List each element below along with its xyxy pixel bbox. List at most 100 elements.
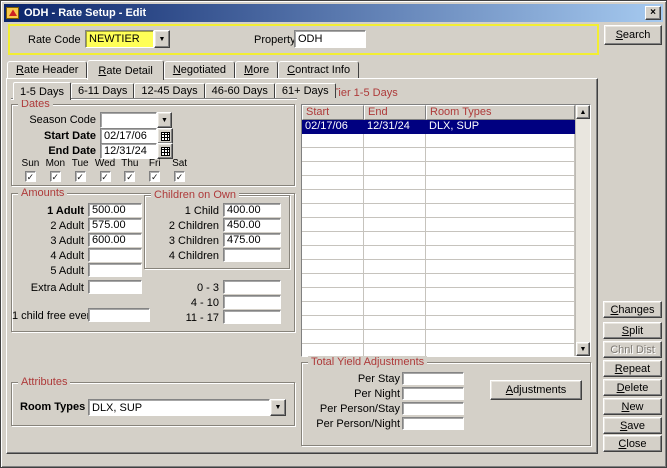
start-date-calendar-button[interactable] (157, 128, 173, 144)
grid-cell-end: 12/31/24 (364, 120, 426, 134)
grid-cell-empty (302, 176, 364, 190)
child-free-input[interactable] (88, 308, 150, 322)
tab-negotiated[interactable]: Negotiated (164, 61, 235, 78)
grid-row-empty[interactable] (302, 134, 575, 148)
scroll-down-button[interactable]: ▼ (576, 342, 590, 356)
grid-cell-empty (426, 302, 575, 316)
close-icon[interactable]: × (645, 6, 661, 20)
room-types-input[interactable] (88, 399, 270, 416)
season-code-dropdown-button[interactable]: ▼ (157, 112, 172, 128)
grid-cell-empty (426, 246, 575, 260)
child-1-input[interactable] (223, 203, 281, 217)
repeat-button[interactable]: Repeat (603, 360, 662, 377)
new-button[interactable]: New (603, 398, 662, 415)
grid-row-empty[interactable] (302, 302, 575, 316)
age-4-10-input[interactable] (223, 295, 281, 309)
weekday-checkbox-sun[interactable]: ✓ (25, 171, 36, 182)
extra-adult-input[interactable] (88, 280, 142, 294)
title-bar[interactable]: ODH - Rate Setup - Edit × (4, 4, 663, 22)
child-3-input[interactable] (223, 233, 281, 247)
tab-rate-detail[interactable]: Rate Detail (87, 60, 163, 80)
property-input[interactable] (294, 30, 366, 48)
grid-row-empty[interactable] (302, 204, 575, 218)
grid-row-empty[interactable] (302, 246, 575, 260)
age-11-17-input[interactable] (223, 310, 281, 324)
adult-1-label: 1 Adult (14, 205, 84, 217)
close-action-button[interactable]: Close (603, 435, 662, 452)
grid-row-empty[interactable] (302, 176, 575, 190)
per-person-night-input[interactable] (402, 417, 464, 430)
grid-cell-empty (302, 316, 364, 330)
per-night-input[interactable] (402, 387, 464, 400)
day-tab-12-45[interactable]: 12-45 Days (134, 83, 204, 98)
day-tab-1-5[interactable]: 1-5 Days (13, 82, 71, 100)
grid-header-end[interactable]: End (364, 105, 426, 120)
grid-scrollbar[interactable]: ▲ ▼ (575, 105, 590, 356)
adult-2-input[interactable] (88, 218, 142, 232)
grid-header-start[interactable]: Start (302, 105, 364, 120)
grid-row-empty[interactable] (302, 218, 575, 232)
grid-row-empty[interactable] (302, 232, 575, 246)
age-0-3-input[interactable] (223, 280, 281, 294)
delete-button[interactable]: Delete (603, 379, 662, 396)
save-button[interactable]: Save (603, 417, 662, 434)
grid-row-empty[interactable] (302, 260, 575, 274)
split-button[interactable]: Split (603, 322, 662, 339)
child-free-label: 1 child free every (12, 310, 86, 322)
weekday-checkbox-thu[interactable]: ✓ (124, 171, 135, 182)
adult-5-input[interactable] (88, 263, 142, 277)
rate-code-dropdown-button[interactable]: ▼ (154, 30, 170, 48)
weekday-checkbox-fri[interactable]: ✓ (149, 171, 160, 182)
attributes-group: Attributes Room Types ▼ (11, 382, 295, 426)
child-4-input[interactable] (223, 248, 281, 262)
search-button[interactable]: Search (604, 25, 662, 45)
day-tabs: 1-5 Days 6-11 Days 12-45 Days 46-60 Days… (13, 82, 336, 100)
weekday-checkbox-wed[interactable]: ✓ (100, 171, 111, 182)
weekday-checkbox-tue[interactable]: ✓ (75, 171, 86, 182)
chnl-dist-button: Chnl Dist (603, 341, 662, 358)
grid-row-empty[interactable] (302, 316, 575, 330)
calendar-icon (161, 132, 170, 141)
weekday-checkbox-sat[interactable]: ✓ (174, 171, 185, 182)
grid-cell-empty (302, 162, 364, 176)
season-code-input[interactable] (100, 112, 157, 128)
weekday-label: Sun (22, 158, 40, 169)
child-2-input[interactable] (223, 218, 281, 232)
per-person-stay-input[interactable] (402, 402, 464, 415)
adult-2-label: 2 Adult (14, 220, 84, 232)
grid-row-empty[interactable] (302, 274, 575, 288)
day-tab-61plus[interactable]: 61+ Days (275, 83, 336, 98)
start-date-input[interactable] (100, 128, 157, 144)
rate-code-input[interactable] (85, 30, 154, 48)
grid-row-empty[interactable] (302, 162, 575, 176)
grid-row-empty[interactable] (302, 148, 575, 162)
grid-row-empty[interactable] (302, 190, 575, 204)
grid-cell-empty (426, 316, 575, 330)
day-tab-46-60[interactable]: 46-60 Days (205, 83, 275, 98)
changes-button[interactable]: Changes (603, 301, 662, 318)
children-group-label: Children on Own (151, 189, 239, 202)
window-title: ODH - Rate Setup - Edit (24, 7, 146, 19)
grid-cell-empty (426, 344, 575, 357)
weekday-sun: Sun ✓ (18, 157, 43, 182)
chevron-down-icon: ▼ (159, 36, 166, 43)
scrollbar-track[interactable] (576, 119, 590, 342)
per-stay-input[interactable] (402, 372, 464, 385)
weekday-checkbox-mon[interactable]: ✓ (50, 171, 61, 182)
grid-columns: Start End Room Types 02/17/06 12/31/24 D… (302, 105, 575, 356)
tab-more[interactable]: More (235, 61, 278, 78)
adult-4-input[interactable] (88, 248, 142, 262)
grid-row-selected[interactable]: 02/17/06 12/31/24 DLX, SUP (302, 120, 575, 134)
grid-row-empty[interactable] (302, 330, 575, 344)
grid-header-room-types[interactable]: Room Types (426, 105, 575, 120)
day-tab-6-11[interactable]: 6-11 Days (71, 83, 134, 98)
adult-1-input[interactable] (88, 203, 142, 217)
room-types-dropdown-button[interactable]: ▼ (270, 399, 286, 416)
grid-row-empty[interactable] (302, 288, 575, 302)
tab-rate-header[interactable]: Rate Header (7, 61, 87, 78)
adult-3-input[interactable] (88, 233, 142, 247)
adjustments-button[interactable]: Adjustments (490, 380, 582, 400)
check-icon: ✓ (176, 172, 184, 182)
scroll-up-button[interactable]: ▲ (576, 105, 590, 119)
tab-contract-info[interactable]: Contract Info (278, 61, 359, 78)
